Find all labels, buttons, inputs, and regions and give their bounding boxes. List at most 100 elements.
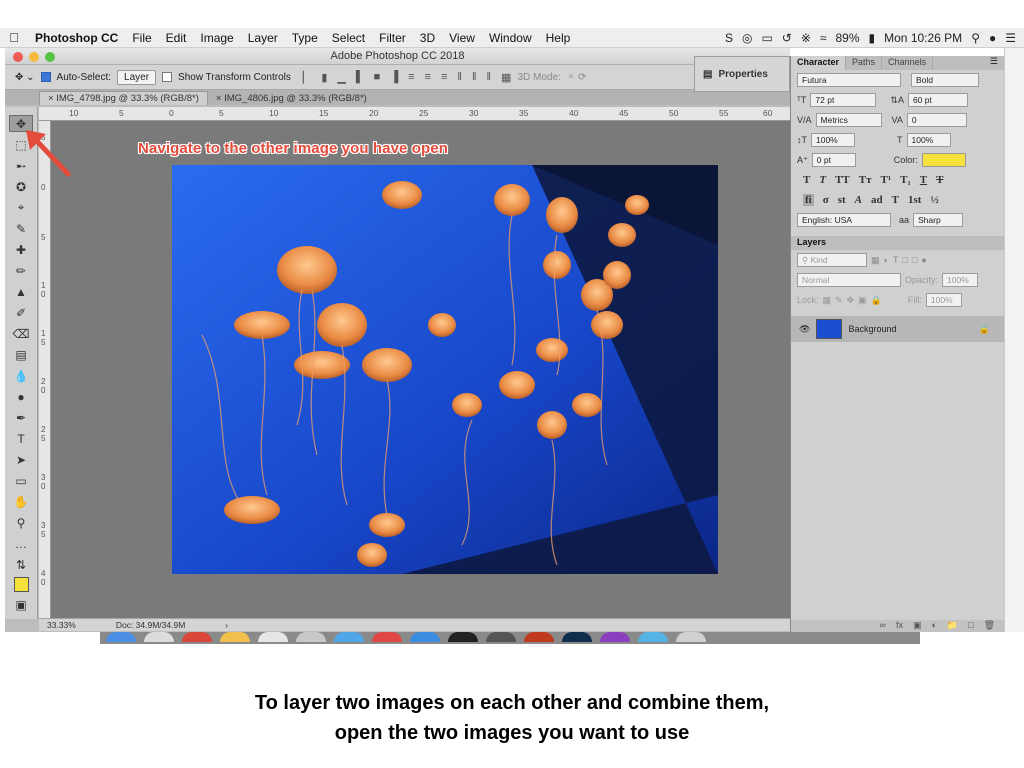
leading-field[interactable]: 60 pt xyxy=(907,93,968,107)
adjustment-layer-icon[interactable]: ◐ xyxy=(931,620,936,632)
distribute-hcenter-icon[interactable]: ‖ xyxy=(472,71,477,84)
fill-field[interactable]: 100% xyxy=(925,293,962,307)
underline-icon[interactable]: T xyxy=(920,174,927,186)
battery-percent[interactable]: 89% xyxy=(836,31,860,45)
3d-orbit-icon[interactable]: ⚬ ⟳ xyxy=(567,72,587,83)
move-tool-preset-icon[interactable]: ✥ ⌄ xyxy=(15,72,35,83)
ligatures-icon[interactable]: fi xyxy=(803,194,814,206)
window-titlebar[interactable]: Adobe Photoshop CC 2018 xyxy=(5,48,790,65)
wifi-icon[interactable]: ≈ xyxy=(820,31,827,45)
swash-icon[interactable]: A xyxy=(855,194,862,206)
auto-align-icon[interactable]: ▦ xyxy=(501,71,511,84)
filter-adjustment-icon[interactable]: ◐ xyxy=(884,255,889,265)
path-select-tool-icon[interactable]: ➤ xyxy=(9,451,33,468)
history-brush-tool-icon[interactable]: ✐ xyxy=(9,304,33,321)
pen-tool-icon[interactable]: ✒ xyxy=(9,409,33,426)
minimize-window-button[interactable] xyxy=(29,52,39,62)
all-caps-icon[interactable]: TT xyxy=(835,174,850,186)
brush-tool-icon[interactable]: ✏ xyxy=(9,262,33,279)
canvas-area[interactable] xyxy=(51,121,790,619)
more-tools-icon[interactable]: … xyxy=(9,535,33,552)
distribute-bottom-icon[interactable]: ≡ xyxy=(441,71,447,84)
panel-menu-icon[interactable]: ☰ xyxy=(990,56,1004,70)
safari-dock-icon[interactable] xyxy=(410,632,440,642)
distribute-left-icon[interactable]: ‖ xyxy=(457,71,462,84)
font-size-field[interactable]: 72 pt xyxy=(810,93,877,107)
swap-colors-icon[interactable]: ⇅ xyxy=(9,556,33,573)
finder-dock-icon[interactable] xyxy=(106,632,136,642)
auto-select-dropdown[interactable]: Layer xyxy=(117,69,157,85)
menu-window[interactable]: Window xyxy=(482,31,539,45)
text-color-swatch[interactable] xyxy=(921,153,966,167)
new-layer-icon[interactable]: □ xyxy=(968,620,973,632)
align-hcenter-icon[interactable]: ■ xyxy=(374,71,381,84)
add-mask-icon[interactable]: ▣ xyxy=(913,620,922,632)
app-dock-icon-11[interactable] xyxy=(486,632,516,642)
tab-paths[interactable]: Paths xyxy=(846,56,883,70)
faux-bold-icon[interactable]: T xyxy=(803,174,810,186)
close-window-button[interactable] xyxy=(13,52,23,62)
eyedropper-tool-icon[interactable]: ✎ xyxy=(9,220,33,237)
layer-row-background[interactable]: 👁 Background 🔒 xyxy=(791,316,1004,342)
zoom-tool-icon[interactable]: ⚲ xyxy=(9,514,33,531)
kind-filter-select[interactable]: ⚲ Kind xyxy=(797,253,867,267)
app-dock-icon-15[interactable] xyxy=(638,632,668,642)
distribute-top-icon[interactable]: ≡ xyxy=(408,71,414,84)
horizontal-scale-field[interactable]: 100% xyxy=(906,133,951,147)
tracking-field[interactable]: 0 xyxy=(906,113,967,127)
time-machine-icon[interactable]: ↺ xyxy=(782,31,792,45)
launchpad-dock-icon[interactable] xyxy=(144,632,174,642)
creative-cloud-icon[interactable]: ◎ xyxy=(742,31,752,45)
lock-image-icon[interactable]: ✎ xyxy=(835,295,843,306)
zoom-level[interactable]: 33.33% xyxy=(47,620,76,630)
chrome-dock-icon[interactable] xyxy=(182,632,212,642)
airplay-icon[interactable]: ▭ xyxy=(761,31,772,45)
tab-character[interactable]: Character xyxy=(791,56,847,70)
hand-tool-icon[interactable]: ✋ xyxy=(9,493,33,510)
tab-channels[interactable]: Channels xyxy=(882,56,934,70)
font-style-select[interactable]: Bold xyxy=(911,73,979,87)
menu-image[interactable]: Image xyxy=(193,31,240,45)
blur-tool-icon[interactable]: 💧 xyxy=(9,367,33,384)
apple-icon[interactable]:  xyxy=(0,30,28,45)
align-bottom-icon[interactable]: ▁ xyxy=(337,71,345,84)
menu-filter[interactable]: Filter xyxy=(372,31,413,45)
stylistic-alternates-icon[interactable]: ad xyxy=(871,194,883,206)
subscript-icon[interactable]: T₁ xyxy=(900,174,911,186)
new-group-icon[interactable]: 📁 xyxy=(947,620,958,632)
menu-view[interactable]: View xyxy=(442,31,482,45)
spotlight-icon[interactable]: ⚲ xyxy=(971,31,980,45)
app-dock-icon-6[interactable] xyxy=(296,632,326,642)
filter-pixel-icon[interactable]: ▦ xyxy=(871,255,880,266)
jellyfish-photo[interactable] xyxy=(172,165,718,574)
lock-artboard-icon[interactable]: ▣ xyxy=(858,295,867,306)
align-vcenter-icon[interactable]: ▮ xyxy=(321,71,327,84)
baseline-shift-field[interactable]: 0 pt xyxy=(811,153,856,167)
menu-help[interactable]: Help xyxy=(539,31,578,45)
rectangle-tool-icon[interactable]: ▭ xyxy=(9,472,33,489)
crop-tool-icon[interactable]: ⌖ xyxy=(9,199,33,216)
gradient-tool-icon[interactable]: ▤ xyxy=(9,346,33,363)
document-tab-2[interactable]: × IMG_4806.jpg @ 33.3% (RGB/8*) xyxy=(208,92,375,105)
show-transform-checkbox[interactable] xyxy=(162,72,173,82)
lock-all-icon[interactable]: 🔒 xyxy=(871,295,882,306)
superscript-icon[interactable]: T¹ xyxy=(881,174,892,186)
calendar-dock-icon[interactable] xyxy=(372,632,402,642)
fractions-icon[interactable]: ½ xyxy=(930,194,938,206)
titling-alternates-icon[interactable]: T xyxy=(892,194,899,206)
strikethrough-icon[interactable]: T xyxy=(936,174,943,186)
link-layers-icon[interactable]: ∞ xyxy=(880,620,886,632)
premiere-dock-icon[interactable] xyxy=(600,632,630,642)
trash-dock-icon[interactable] xyxy=(676,632,706,642)
photoshop-dock-icon[interactable] xyxy=(562,632,592,642)
lock-transparent-icon[interactable]: ▦ xyxy=(823,295,832,306)
layers-panel-header[interactable]: Layers xyxy=(791,236,1004,250)
menu-edit[interactable]: Edit xyxy=(159,31,194,45)
bluetooth-icon[interactable]: ※ xyxy=(801,31,811,45)
kerning-field[interactable]: Metrics xyxy=(815,113,882,127)
notes-dock-icon[interactable] xyxy=(258,632,288,642)
font-family-select[interactable]: Futura xyxy=(797,73,901,87)
antialias-select[interactable]: Sharp xyxy=(913,213,964,227)
delete-layer-icon[interactable]: 🗑 xyxy=(984,620,995,632)
photos-dock-icon[interactable] xyxy=(220,632,250,642)
